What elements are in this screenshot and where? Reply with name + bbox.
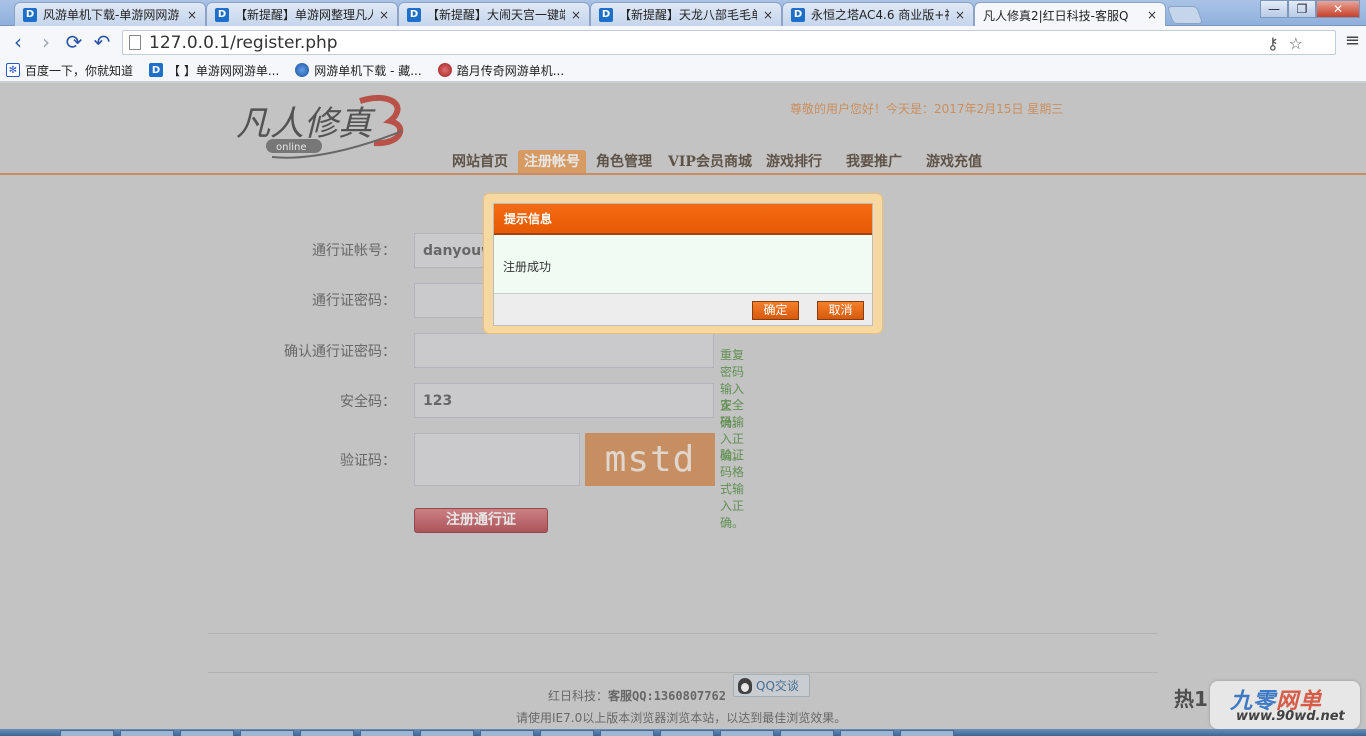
dialog-title: 提示信息 [494,204,872,235]
back-icon[interactable]: ‹ [4,28,32,56]
close-icon[interactable]: × [569,8,583,22]
browser-tab[interactable]: D 【新提醒】大闹天宫一键端 × [398,2,590,26]
bookmark-label: 【 】单游网网游单... [168,63,280,78]
taskbar-item[interactable] [900,730,954,736]
browser-tab[interactable]: D 【新提醒】天龙八部毛毛单 × [590,2,782,26]
d-icon: D [23,7,37,22]
menu-icon[interactable]: ≡ [1345,30,1360,51]
tab-title: 风游单机下载-单游网网游 [43,8,180,22]
close-icon[interactable]: × [1145,8,1159,22]
bookmark-item[interactable]: 网游单机下载 - 藏... [295,62,422,79]
url-text: 127.0.0.1/register.php [149,32,338,53]
page-icon [129,35,141,50]
d-icon: D [407,7,421,22]
dialog-message: 注册成功 [503,260,552,274]
minimize-icon[interactable]: — [1260,0,1288,18]
taskbar-item[interactable] [480,730,534,736]
tab-title: 【新提醒】大闹天宫一键端 [427,8,565,22]
taskbar-item[interactable] [240,730,294,736]
close-icon[interactable]: × [377,8,391,22]
bookmark-item[interactable]: 踏月传奇网游单机... [437,62,565,79]
tab-title: 【新提醒】天龙八部毛毛单 [619,8,757,22]
browser-tab[interactable]: D 风游单机下载-单游网网游 × [14,2,206,26]
window-close-icon[interactable]: ✕ [1316,0,1360,18]
browser-tab[interactable]: D 永恒之塔AC4.6 商业版+视 × [782,2,974,26]
key-icon[interactable]: ⚷ [1267,34,1279,53]
window-controls: — ❐ ✕ [1260,0,1360,18]
cancel-button[interactable]: 取消 [817,301,864,320]
taskbar-item[interactable] [360,730,414,736]
close-icon[interactable]: × [185,8,199,22]
d-icon: D [215,7,229,22]
bookmarks-bar: ✻ 百度一下，你就知道 D 【 】单游网网游单... 网游单机下载 - 藏...… [0,59,1366,82]
browser-toolbar: ‹ › ⟳ ↶ 127.0.0.1/register.php ⚷ ☆ ≡ [0,26,1366,59]
restore-icon[interactable]: ❐ [1288,0,1316,18]
alert-dialog: 提示信息 注册成功 确定 取消 [493,203,873,326]
ok-button[interactable]: 确定 [752,301,799,320]
taskbar-item[interactable] [120,730,174,736]
taskbar-item[interactable] [180,730,234,736]
taskbar-item[interactable] [540,730,594,736]
bookmark-item[interactable]: D 【 】单游网网游单... [149,62,279,79]
taskbar-item[interactable] [720,730,774,736]
browser-tab[interactable]: D 【新提醒】单游网整理凡人 × [206,2,398,26]
reload-icon[interactable]: ⟳ [60,28,88,56]
bookmark-label: 网游单机下载 - 藏... [314,63,422,78]
paw-icon: ✻ [6,63,20,77]
os-taskbar [0,729,1366,736]
new-tab-button[interactable] [1166,6,1204,24]
tab-title: 永恒之塔AC4.6 商业版+视 [811,8,949,22]
taskbar-item[interactable] [420,730,474,736]
taskbar-item[interactable] [660,730,714,736]
red-globe-icon [437,63,452,77]
bookmark-item[interactable]: ✻ 百度一下，你就知道 [6,62,133,79]
taskbar-item[interactable] [300,730,354,736]
taskbar-item[interactable] [780,730,834,736]
browser-tab-strip: D 风游单机下载-单游网网游 × D 【新提醒】单游网整理凡人 × D 【新提醒… [0,0,1366,100]
tab-title: 【新提醒】单游网整理凡人 [235,8,373,22]
dialog-footer: 确定 取消 [494,293,872,325]
globe-icon [295,63,310,77]
tab-title: 凡人修真2|红日科技-客服Q [983,8,1129,23]
close-icon[interactable]: × [953,8,967,22]
taskbar-item[interactable] [60,730,114,736]
d-icon: D [791,7,805,22]
bookmark-label: 踏月传奇网游单机... [456,63,565,78]
star-icon[interactable]: ☆ [1289,34,1303,53]
modal-overlay [0,83,1366,736]
address-bar[interactable]: 127.0.0.1/register.php ⚷ ☆ [122,30,1336,55]
d-icon: D [599,7,613,22]
taskbar-item[interactable] [840,730,894,736]
close-icon[interactable]: × [761,8,775,22]
undo-icon[interactable]: ↶ [88,28,116,56]
taskbar-item[interactable] [600,730,654,736]
forward-icon[interactable]: › [32,28,60,56]
d-icon: D [149,63,164,77]
bookmark-label: 百度一下，你就知道 [25,63,134,78]
browser-tab-active[interactable]: 凡人修真2|红日科技-客服Q × [974,2,1166,100]
